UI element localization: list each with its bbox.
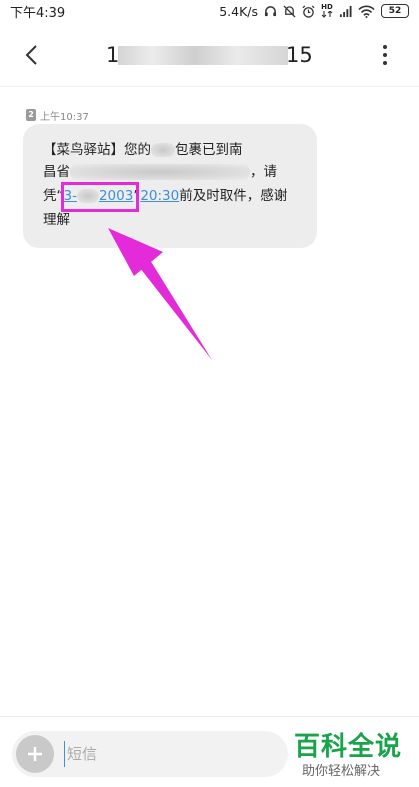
battery-icon: 52	[381, 4, 409, 18]
message-line-2: 昌省 ，请	[43, 162, 277, 182]
watermark-title: 百科全说	[294, 732, 403, 762]
time-link[interactable]: 20:30	[140, 188, 179, 204]
more-options-button[interactable]	[372, 40, 398, 70]
alarm-clock-icon	[302, 4, 315, 18]
watermark-logo: 百科全说 助你轻松解决	[290, 722, 410, 782]
header-divider	[0, 86, 419, 87]
message-line-1: 【菜鸟驿站】您的 包裹已到南	[43, 140, 243, 160]
blurred-text	[70, 164, 250, 180]
highlight-box	[61, 182, 139, 212]
message-text: 省	[56, 164, 71, 180]
cell-signal-icon	[339, 5, 352, 17]
wifi-icon	[358, 5, 375, 18]
watermark-subtitle: 助你轻松解决	[302, 764, 381, 779]
more-dot-icon	[383, 53, 387, 57]
message-text: 【菜鸟驿站】您的	[43, 142, 151, 158]
status-icons: 5.4K/s HD 52	[219, 4, 409, 19]
more-dot-icon	[383, 61, 387, 65]
message-text: ，请	[250, 164, 277, 180]
hd-arrows-icon	[321, 11, 333, 18]
title-suffix: 15	[286, 43, 313, 67]
status-time: 下午4:39	[10, 5, 66, 21]
chevron-left-icon	[25, 45, 37, 65]
contact-number-title: 1 15	[106, 42, 318, 68]
sms-input[interactable]	[64, 741, 264, 767]
blurred-number	[118, 46, 288, 65]
more-dot-icon	[383, 45, 387, 49]
message-line-4: 理解	[43, 212, 70, 228]
status-bar: 下午4:39 5.4K/s HD 52	[0, 0, 419, 22]
message-bubble[interactable]: 【菜鸟驿站】您的 包裹已到南 昌省 ，请 凭“3- 2003”20:30前及时取件，感…	[23, 124, 317, 248]
hd-label: HD	[321, 3, 333, 11]
hd-signal: HD	[321, 4, 333, 18]
message-time: 上午10:37	[40, 112, 89, 123]
conversation-header: 1 15	[0, 22, 419, 86]
back-button[interactable]	[14, 38, 48, 72]
network-speed: 5.4K/s	[219, 3, 258, 19]
message-text: 前及时取件，感谢	[179, 188, 288, 204]
compose-field	[12, 731, 288, 777]
blurred-text	[151, 143, 175, 157]
sim-card-icon: 2	[26, 109, 36, 121]
message-text: 昌	[43, 164, 57, 180]
plus-icon	[28, 747, 42, 761]
message-text: 包裹已到南	[175, 142, 243, 158]
mute-bell-icon	[283, 4, 296, 18]
headphones-icon	[264, 5, 277, 16]
add-attachment-button[interactable]	[16, 735, 54, 773]
